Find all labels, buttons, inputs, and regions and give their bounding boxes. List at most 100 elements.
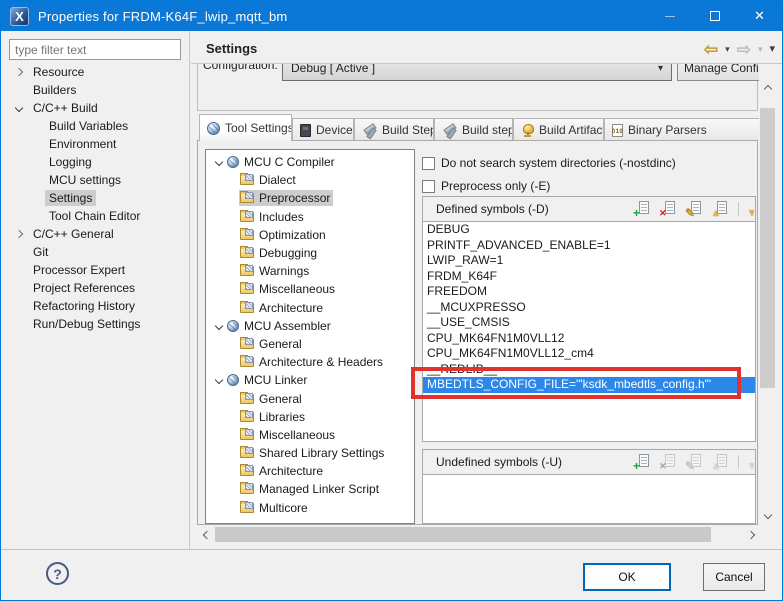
move-down-icon-clipped[interactable]: ▼ [748, 201, 754, 218]
chevron-down-icon[interactable] [14, 103, 24, 113]
option-preprocess-only[interactable]: Preprocess only (-E) [422, 179, 550, 193]
defined-symbol-row[interactable]: __USE_CMSIS [423, 315, 755, 331]
tool-tree-item-linker-misc[interactable]: Miscellaneous [206, 426, 414, 444]
sidebar-item-resource[interactable]: Resource [9, 63, 187, 81]
sidebar-item-build-variables[interactable]: Build Variables [9, 117, 187, 135]
tab-build-steps-2[interactable]: Build steps [434, 118, 513, 141]
tool-tree-item-dialect[interactable]: Dialect [206, 171, 414, 189]
tool-tree-item-shared-library-settings[interactable]: Shared Library Settings [206, 444, 414, 462]
tab-build-steps[interactable]: Build Steps [354, 118, 434, 141]
tool-tree-item-debugging[interactable]: Debugging [206, 244, 414, 262]
help-button[interactable]: ? [46, 562, 69, 585]
tool-tree-item-arch-headers[interactable]: Architecture & Headers [206, 353, 414, 371]
sidebar-item-processor-expert[interactable]: Processor Expert [9, 261, 187, 279]
sidebar-item-label: Run/Debug Settings [33, 317, 141, 331]
tool-tree-item-miscellaneous[interactable]: Miscellaneous [206, 280, 414, 298]
checkbox-icon[interactable] [422, 179, 435, 193]
vertical-scroll-thumb[interactable] [760, 108, 775, 388]
defined-symbol-row[interactable]: __REDLIB__ [423, 362, 755, 378]
defined-symbol-row[interactable]: __MCUXPRESSO [423, 300, 755, 316]
tab-build-artifact[interactable]: Build Artifact [513, 118, 604, 141]
sidebar-item-logging[interactable]: Logging [9, 153, 187, 171]
folder-icon [240, 173, 254, 186]
tool-tree-item-multicore[interactable]: Multicore [206, 499, 414, 517]
chevron-right-icon[interactable] [14, 67, 24, 77]
defined-symbol-row[interactable]: CPU_MK64FN1M0VLL12 [423, 331, 755, 347]
add-symbol-icon[interactable]: + [633, 454, 651, 472]
chevron-down-icon[interactable] [214, 321, 224, 331]
sidebar-item-cpp-build[interactable]: C/C++ Build [9, 99, 187, 117]
properties-category-tree: Resource Builders C/C++ Build Build Vari… [9, 63, 187, 333]
scroll-down-arrow[interactable] [759, 508, 776, 525]
cancel-button[interactable]: Cancel [703, 563, 765, 591]
tool-tree-item-asm-general[interactable]: General [206, 335, 414, 353]
chevron-down-icon[interactable] [214, 376, 224, 385]
delete-symbol-icon[interactable]: ✕ [659, 201, 677, 218]
sidebar-item-builders[interactable]: Builders [9, 81, 187, 99]
tab-devices[interactable]: Devices [292, 118, 354, 141]
horizontal-scroll-thumb[interactable] [215, 527, 711, 542]
sidebar-item-settings[interactable]: Settings [9, 189, 187, 207]
scroll-up-arrow[interactable] [759, 79, 776, 96]
undefined-symbols-list[interactable] [423, 475, 755, 523]
filter-input[interactable] [9, 39, 181, 60]
close-button[interactable]: ✕ [737, 1, 782, 31]
defined-symbol-row[interactable]: FREEDOM [423, 284, 755, 300]
tool-tree-item-libraries[interactable]: Libraries [206, 408, 414, 426]
forward-menu-caret-icon[interactable]: ▾ [758, 45, 763, 54]
sidebar-item-cpp-general[interactable]: C/C++ General [9, 225, 187, 243]
settings-horizontal-scrollbar[interactable] [197, 526, 761, 543]
tool-tree-item-mcu-linker[interactable]: MCU Linker [206, 371, 414, 389]
trophy-icon [521, 123, 534, 137]
sidebar-item-refactoring-history[interactable]: Refactoring History [9, 297, 187, 315]
sidebar-item-run-debug-settings[interactable]: Run/Debug Settings [9, 315, 187, 333]
scroll-left-arrow[interactable] [197, 526, 214, 543]
tool-tree-label: General [259, 336, 302, 351]
minimize-button[interactable] [647, 1, 692, 31]
move-up-icon[interactable]: ▲ [711, 201, 729, 219]
chevron-down-icon[interactable] [214, 157, 224, 167]
defined-symbols-list[interactable]: DEBUG PRINTF_ADVANCED_ENABLE=1 LWIP_RAW=… [423, 222, 755, 441]
defined-symbol-row[interactable]: LWIP_RAW=1 [423, 253, 755, 269]
tool-tree-item-architecture[interactable]: Architecture [206, 299, 414, 317]
folder-icon [240, 355, 254, 368]
sidebar-item-label: C/C++ Build [33, 101, 98, 115]
tool-tree-item-mcu-c-compiler[interactable]: MCU C Compiler [206, 153, 414, 171]
manage-configurations-button[interactable]: Manage Configuratio [677, 64, 759, 81]
tab-tool-settings[interactable]: Tool Settings [199, 114, 292, 141]
add-symbol-icon[interactable]: + [633, 201, 651, 219]
scroll-right-arrow[interactable] [744, 526, 761, 543]
forward-arrow-icon[interactable]: ⇨ [737, 41, 751, 58]
defined-symbol-row[interactable]: CPU_MK64FN1M0VLL12_cm4 [423, 346, 755, 362]
tool-tree-item-linker-general[interactable]: General [206, 389, 414, 407]
chevron-right-icon[interactable] [14, 229, 24, 239]
configuration-combo[interactable]: Debug [ Active ] ▾ [282, 64, 672, 81]
defined-symbol-row[interactable]: DEBUG [423, 222, 755, 238]
tool-tree-item-preprocessor[interactable]: Preprocessor [206, 189, 414, 207]
tool-tree-item-includes[interactable]: Includes [206, 208, 414, 226]
view-menu-caret-icon[interactable]: ▾ [769, 44, 775, 55]
tool-tree-item-managed-linker-script[interactable]: Managed Linker Script [206, 480, 414, 498]
folder-icon [240, 409, 254, 422]
tool-tree-item-linker-architecture[interactable]: Architecture [206, 462, 414, 480]
tool-tree-item-warnings[interactable]: Warnings [206, 262, 414, 280]
maximize-button[interactable] [692, 1, 737, 31]
ok-button[interactable]: OK [583, 563, 671, 591]
defined-symbol-row[interactable]: PRINTF_ADVANCED_ENABLE=1 [423, 238, 755, 254]
sidebar-item-environment[interactable]: Environment [9, 135, 187, 153]
sidebar-item-tool-chain-editor[interactable]: Tool Chain Editor [9, 207, 187, 225]
option-nostdinc[interactable]: Do not search system directories (-nostd… [422, 156, 676, 170]
tool-tree-item-mcu-assembler[interactable]: MCU Assembler [206, 317, 414, 335]
tool-tree-item-optimization[interactable]: Optimization [206, 226, 414, 244]
settings-vertical-scrollbar[interactable] [759, 64, 776, 525]
tab-binary-parsers[interactable]: 010 Binary Parsers [604, 118, 759, 141]
checkbox-icon[interactable] [422, 156, 435, 170]
sidebar-item-mcu-settings[interactable]: MCU settings [9, 171, 187, 189]
edit-symbol-icon[interactable]: ✎ [685, 201, 703, 219]
back-menu-caret-icon[interactable]: ▾ [725, 45, 730, 54]
sidebar-item-project-references[interactable]: Project References [9, 279, 187, 297]
sidebar-item-git[interactable]: Git [9, 243, 187, 261]
back-arrow-icon[interactable]: ⇦ [704, 41, 718, 58]
defined-symbol-row-selected[interactable]: MBEDTLS_CONFIG_FILE='"ksdk_mbedtls_confi… [423, 377, 755, 393]
defined-symbol-row[interactable]: FRDM_K64F [423, 269, 755, 285]
